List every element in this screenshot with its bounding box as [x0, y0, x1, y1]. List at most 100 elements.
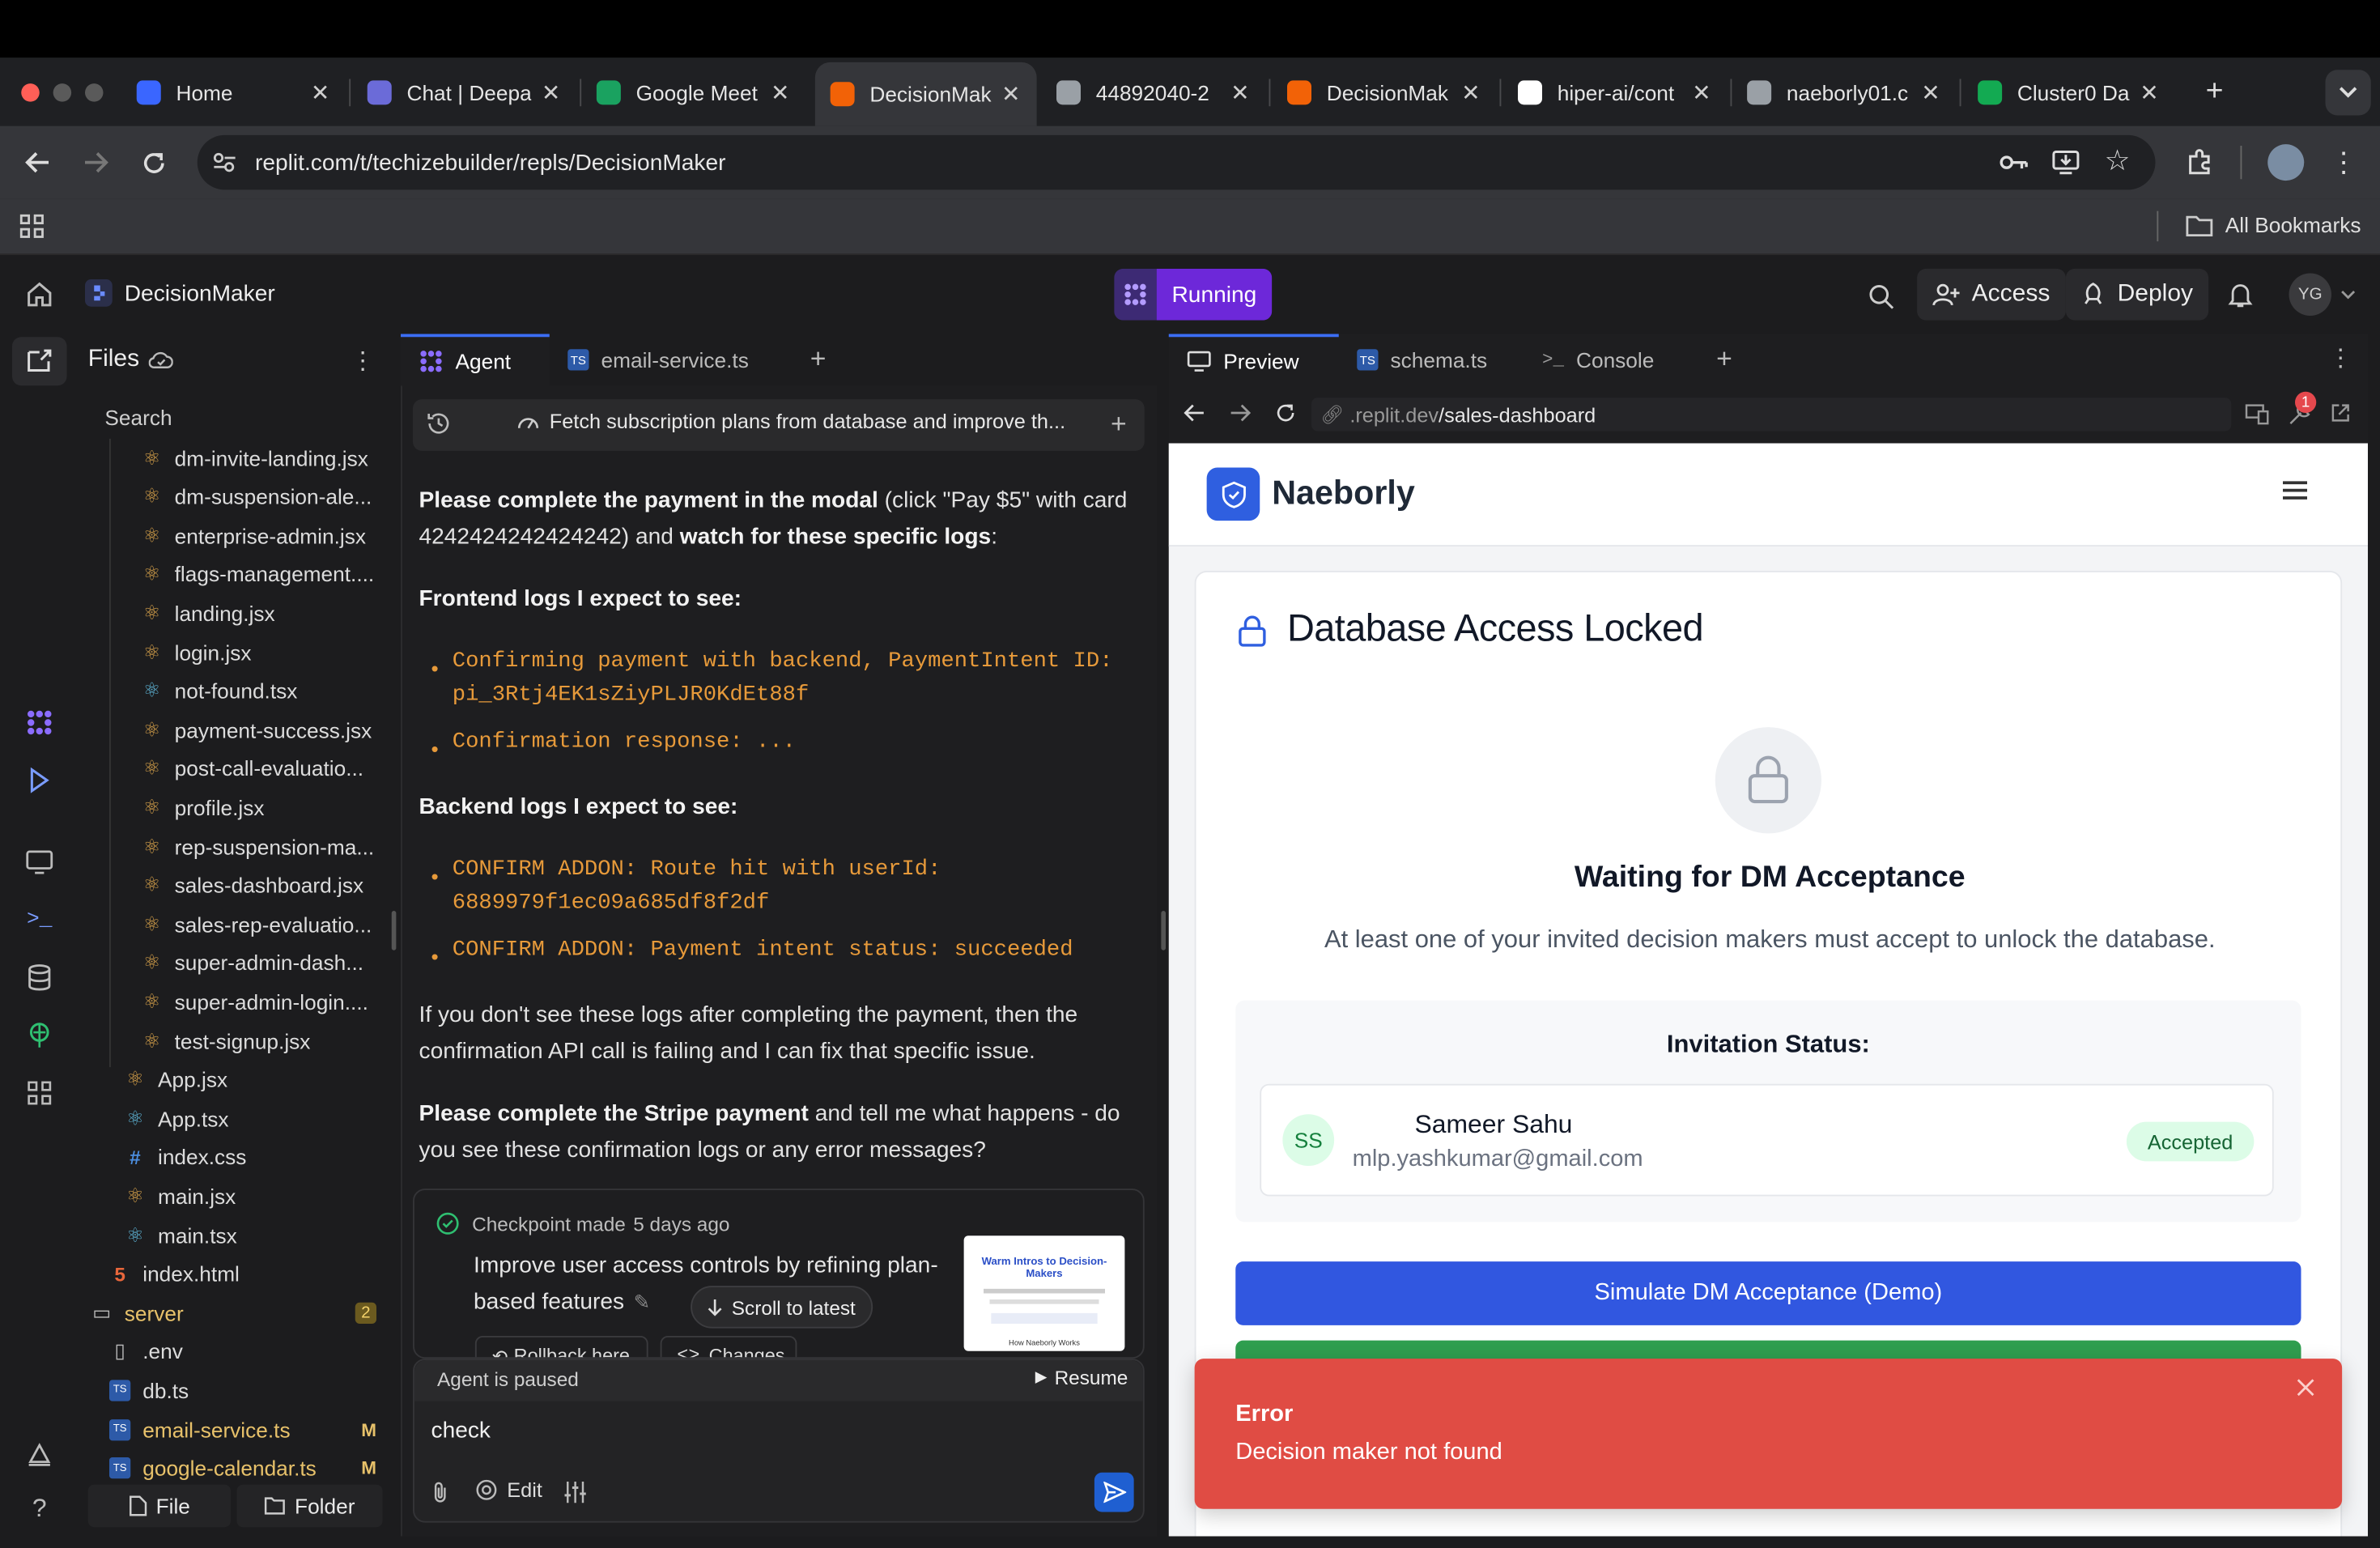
- forward-button[interactable]: [79, 146, 113, 179]
- file-item[interactable]: ⚛ post-call-evaluatio...: [141, 750, 376, 788]
- devices-icon[interactable]: [2243, 401, 2271, 428]
- preview-rail-icon[interactable]: [21, 844, 57, 881]
- preview-menu-icon[interactable]: ⋮: [2328, 343, 2352, 374]
- browser-tab[interactable]: DecisionMak ✕: [1272, 64, 1497, 121]
- bookmark-star-icon[interactable]: ☆: [2101, 144, 2134, 177]
- folder-item[interactable]: ▭ server 2: [91, 1294, 376, 1332]
- file-item[interactable]: ⚛ super-admin-login....: [141, 983, 376, 1021]
- install-app-icon[interactable]: [2049, 146, 2082, 179]
- close-tab-icon[interactable]: ✕: [1920, 79, 1941, 106]
- sliders-icon[interactable]: [562, 1478, 589, 1506]
- thread-title[interactable]: Fetch subscription plans from database a…: [516, 410, 1065, 432]
- attach-icon[interactable]: [428, 1478, 453, 1506]
- access-button[interactable]: Access: [1917, 268, 2066, 321]
- site-brand[interactable]: Naeborly: [1272, 474, 1415, 513]
- user-menu[interactable]: YG: [2289, 273, 2357, 316]
- close-tab-icon[interactable]: ✕: [2139, 79, 2160, 106]
- tab-preview[interactable]: Preview: [1168, 334, 1339, 386]
- close-window-button[interactable]: [21, 83, 40, 102]
- file-item[interactable]: TS google-calendar.ts M: [109, 1449, 376, 1487]
- tab-search-button[interactable]: [2325, 70, 2371, 116]
- file-item[interactable]: ⚛ dm-invite-landing.jsx: [141, 439, 376, 477]
- browser-tab[interactable]: 44892040-2 ✕: [1041, 64, 1266, 121]
- simulate-acceptance-button[interactable]: Simulate DM Acceptance (Demo): [1235, 1261, 2301, 1325]
- files-panel-icon[interactable]: [21, 343, 57, 380]
- file-item[interactable]: ⚛ main.tsx: [125, 1216, 376, 1254]
- report-bug-icon[interactable]: [21, 1436, 57, 1473]
- address-bar[interactable]: replit.com/t/techizebuilder/repls/Decisi…: [197, 134, 2156, 190]
- minimize-window-button[interactable]: [53, 83, 72, 102]
- checkpoint-thumbnail[interactable]: Warm Intros to Decision-Makers How Naebo…: [963, 1235, 1125, 1351]
- close-tab-icon[interactable]: ✕: [1460, 79, 1481, 106]
- file-item[interactable]: 5 index.html: [109, 1255, 376, 1293]
- site-settings-icon[interactable]: [210, 147, 240, 178]
- file-item[interactable]: ⚛ not-found.tsx: [141, 672, 376, 710]
- file-item[interactable]: ⚛ App.tsx: [125, 1099, 376, 1138]
- edit-mode-button[interactable]: Edit: [475, 1478, 542, 1501]
- file-item[interactable]: ⚛ test-signup.jsx: [141, 1022, 376, 1060]
- browser-tab[interactable]: hiper-ai/cont ✕: [1502, 64, 1728, 121]
- file-item[interactable]: # index.css: [125, 1138, 376, 1176]
- file-item[interactable]: TS db.ts: [109, 1372, 376, 1410]
- file-item[interactable]: ⚛ flags-management....: [141, 555, 376, 593]
- all-tools-grid-icon[interactable]: [21, 1075, 57, 1112]
- close-tab-icon[interactable]: ✕: [1691, 79, 1712, 106]
- new-tab-button[interactable]: +: [2201, 74, 2229, 107]
- preview-reload-button[interactable]: [1272, 399, 1299, 427]
- assistant-rail-icon[interactable]: [21, 762, 57, 798]
- panel-resize-handle[interactable]: [1161, 911, 1166, 950]
- file-item[interactable]: ⚛ profile.jsx: [141, 789, 376, 827]
- new-folder-button[interactable]: Folder: [236, 1484, 383, 1528]
- resume-button[interactable]: ▶ Resume: [1035, 1367, 1128, 1389]
- browser-tab[interactable]: Google Meet ✕: [581, 64, 806, 121]
- password-key-icon[interactable]: [1998, 146, 2031, 179]
- file-item[interactable]: ⚛ sales-rep-evaluatio...: [141, 905, 376, 943]
- extensions-icon[interactable]: [2182, 146, 2216, 179]
- panel-resize-handle[interactable]: [391, 911, 397, 950]
- deployments-rail-icon[interactable]: [21, 1017, 57, 1053]
- console-rail-icon[interactable]: >_: [21, 902, 57, 938]
- database-icon[interactable]: [21, 959, 57, 996]
- tab-schema[interactable]: TS schema.ts: [1339, 334, 1521, 386]
- project-title[interactable]: DecisionMaker: [85, 279, 275, 307]
- reload-button[interactable]: [137, 146, 170, 179]
- search-icon[interactable]: [1864, 279, 1898, 313]
- open-new-window-icon[interactable]: [2328, 401, 2352, 425]
- tab-console[interactable]: >_ Console: [1524, 334, 1691, 386]
- hamburger-menu-icon[interactable]: [2283, 481, 2307, 502]
- preview-url-bar[interactable]: 🔗︎ .replit.dev/sales-dashboard: [1311, 398, 2232, 432]
- profile-avatar[interactable]: [2267, 144, 2305, 181]
- agent-rail-icon[interactable]: [21, 704, 57, 741]
- back-button[interactable]: [21, 146, 54, 179]
- file-item[interactable]: ⚛ main.jsx: [125, 1177, 376, 1215]
- browser-menu-icon[interactable]: ⋮: [2330, 146, 2357, 179]
- file-item[interactable]: ⚛ sales-dashboard.jsx: [141, 866, 376, 904]
- file-item[interactable]: TS email-service.ts M: [109, 1410, 376, 1448]
- rollback-button[interactable]: ⟲ Rollback here: [474, 1336, 648, 1358]
- browser-tab[interactable]: Chat | Deepa ✕: [352, 64, 577, 121]
- file-item[interactable]: ⚛ rep-suspension-ma...: [141, 827, 376, 865]
- close-tab-icon[interactable]: ✕: [1230, 79, 1251, 106]
- file-item[interactable]: ⚛ payment-success.jsx: [141, 711, 376, 749]
- file-item[interactable]: ⚛ dm-suspension-ale...: [141, 478, 376, 516]
- bell-icon[interactable]: [2225, 279, 2256, 310]
- close-tab-icon[interactable]: ✕: [541, 79, 562, 106]
- file-item[interactable]: ⚛ App.jsx: [125, 1061, 376, 1099]
- agent-new-tab-button[interactable]: +: [805, 342, 832, 374]
- changes-button[interactable]: <> Changes: [660, 1336, 797, 1358]
- tab-email-service[interactable]: TS email-service.ts: [550, 334, 777, 386]
- close-tab-icon[interactable]: ✕: [310, 79, 331, 106]
- preview-new-tab-button[interactable]: +: [1711, 342, 1738, 374]
- send-button[interactable]: [1094, 1472, 1134, 1512]
- file-item[interactable]: ⚛ enterprise-admin.jsx: [141, 517, 376, 555]
- maximize-window-button[interactable]: [85, 83, 104, 102]
- pencil-icon[interactable]: ✎: [634, 1291, 650, 1313]
- browser-tab[interactable]: DecisionMak ✕: [814, 62, 1037, 126]
- new-thread-button[interactable]: +: [1105, 407, 1133, 440]
- preview-forward-button[interactable]: [1226, 399, 1254, 427]
- chat-input[interactable]: check: [431, 1418, 491, 1444]
- apps-grid-icon[interactable]: [19, 213, 46, 240]
- all-bookmarks-button[interactable]: All Bookmarks: [2186, 213, 2361, 237]
- file-item[interactable]: ▯ .env: [109, 1333, 376, 1371]
- file-item[interactable]: ⚛ super-admin-dash...: [141, 944, 376, 982]
